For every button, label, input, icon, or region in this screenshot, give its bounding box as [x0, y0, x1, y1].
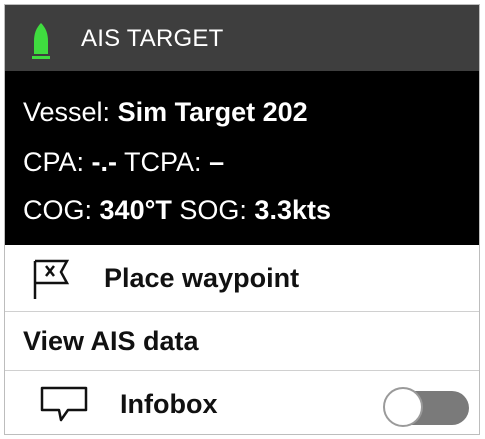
infobox-item[interactable]: Infobox [5, 371, 479, 434]
vessel-name: Sim Target 202 [117, 97, 308, 127]
infobox-label: Infobox [120, 389, 218, 419]
place-waypoint-item[interactable]: Place waypoint [5, 245, 479, 312]
cog-sog-line: COG: 340°T SOG: 3.3kts [23, 195, 331, 226]
sog-value: 3.3kts [254, 195, 331, 225]
sog-label: SOG: [179, 195, 247, 225]
cog-value: 340°T [99, 195, 172, 225]
toggle-knob [383, 387, 423, 427]
popup-header: AIS TARGET [5, 5, 479, 71]
infobox-toggle[interactable] [383, 387, 469, 427]
vessel-label: Vessel: [23, 97, 111, 127]
tcpa-label: TCPA: [124, 147, 202, 177]
view-ais-data-item[interactable]: View AIS data [5, 312, 479, 371]
place-waypoint-label: Place waypoint [104, 263, 300, 293]
vessel-line: Vessel: Sim Target 202 [23, 97, 308, 128]
infobox-icon [40, 386, 88, 422]
waypoint-flag-icon [33, 259, 70, 299]
ais-vessel-icon [32, 23, 50, 59]
tcpa-value: – [209, 147, 225, 177]
cpa-value: -.- [91, 147, 118, 177]
cpa-label: CPA: [23, 147, 85, 177]
cpa-line: CPA: -.- TCPA: – [23, 147, 224, 178]
cog-label: COG: [23, 195, 93, 225]
popup-title: AIS TARGET [81, 25, 224, 52]
vessel-info-panel: Vessel: Sim Target 202 CPA: -.- TCPA: – … [5, 71, 479, 245]
ais-target-popup: AIS TARGET Vessel: Sim Target 202 CPA: -… [4, 4, 480, 435]
view-ais-data-label: View AIS data [23, 326, 199, 356]
